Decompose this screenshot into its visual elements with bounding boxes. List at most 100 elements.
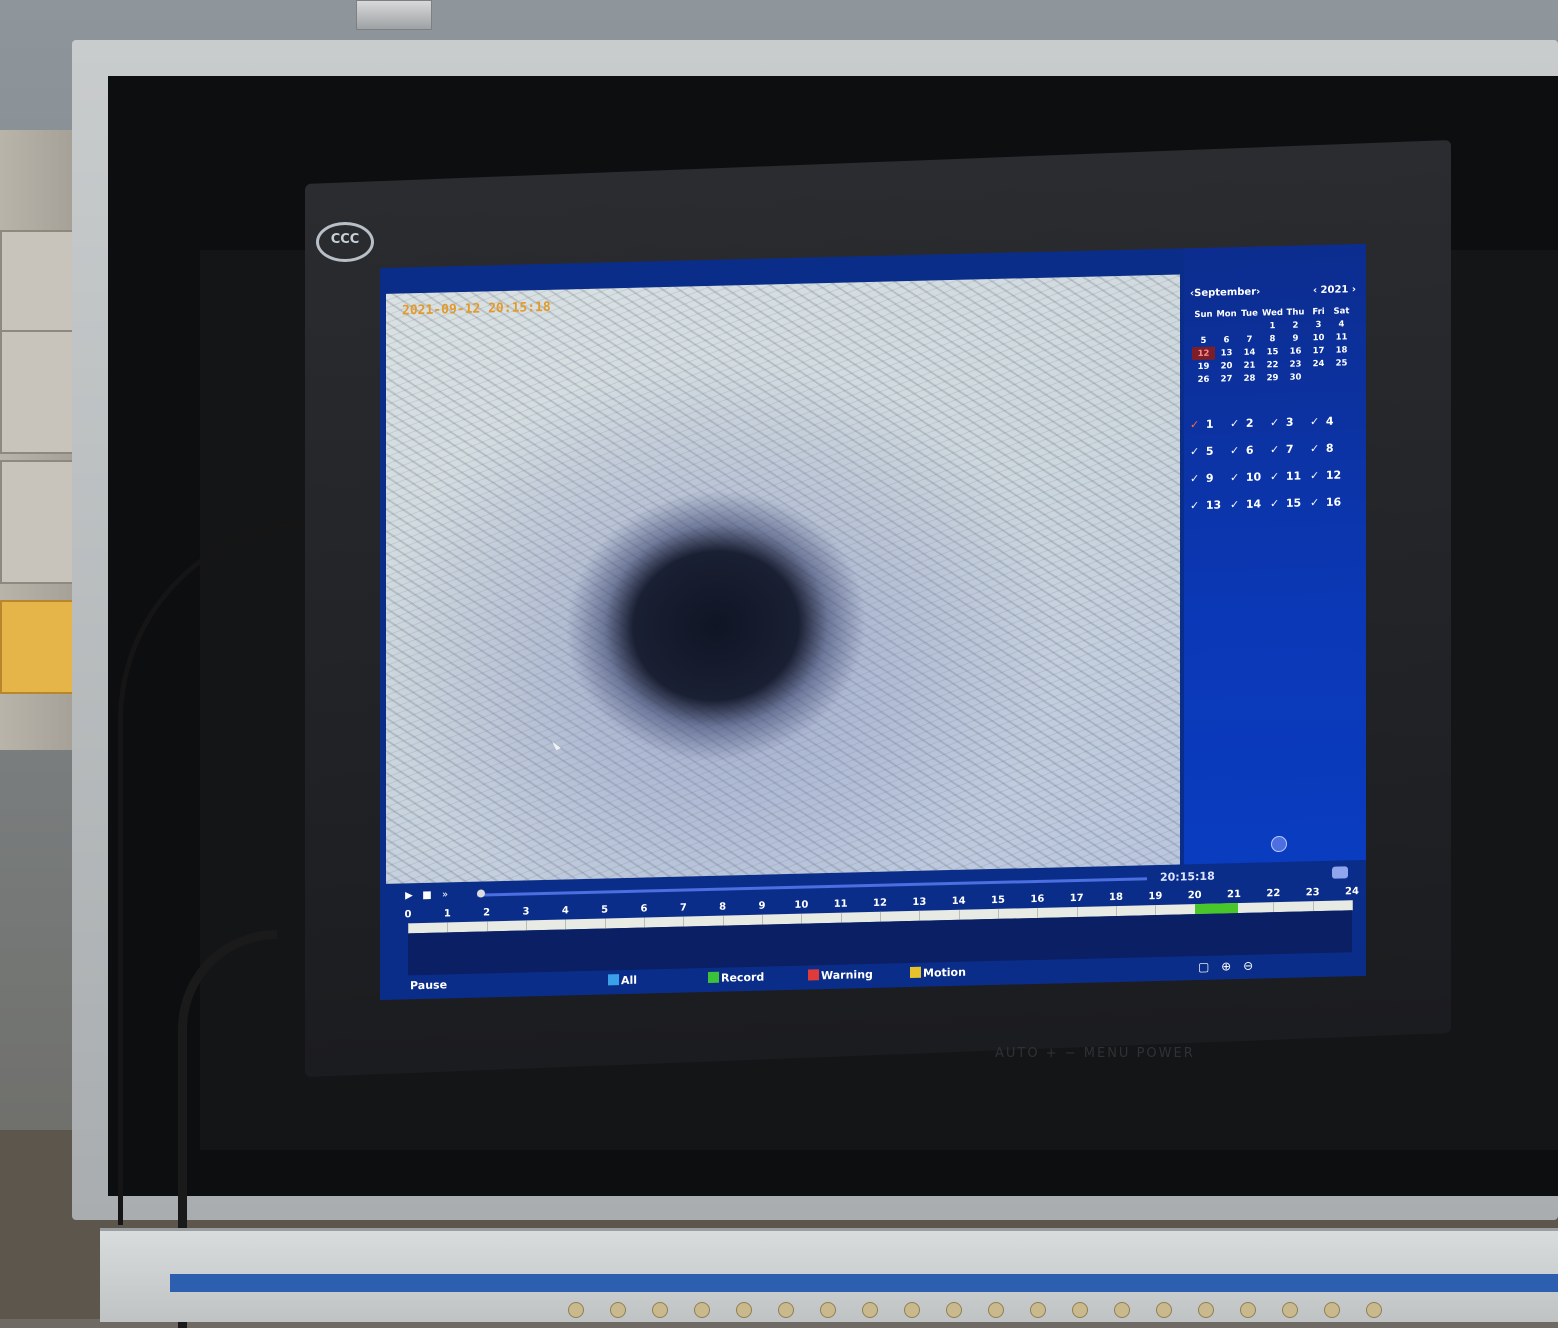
hour-label: 23: [1305, 887, 1320, 899]
checkbox-warning[interactable]: [808, 969, 819, 981]
calendar-weekday: Tue: [1241, 308, 1258, 319]
calendar-day[interactable]: 5: [1192, 334, 1215, 348]
chevron-right-icon[interactable]: ›: [1256, 286, 1260, 297]
filter-all[interactable]: All: [608, 974, 637, 988]
calendar-day[interactable]: 22: [1261, 358, 1284, 372]
zoom-in-icon[interactable]: ⊕: [1221, 959, 1231, 973]
hour-label: 5: [601, 904, 609, 916]
hour-label: 14: [951, 895, 966, 908]
menu-icon[interactable]: [1332, 866, 1348, 879]
calendar-day[interactable]: 23: [1284, 357, 1307, 371]
timeline-tick: [565, 919, 567, 930]
calendar-day[interactable]: 4: [1330, 317, 1353, 331]
calendar-day[interactable]: 15: [1261, 345, 1284, 359]
timeline-tick: [526, 920, 527, 931]
channel-checkbox[interactable]: ✓ 1: [1190, 417, 1230, 432]
hour-label: 20: [1187, 889, 1202, 902]
calendar-day[interactable]: 30: [1284, 370, 1307, 384]
channel-checkbox[interactable]: ✓ 12: [1310, 468, 1350, 483]
calendar-day[interactable]: 28: [1238, 371, 1261, 385]
calendar-month-selector[interactable]: ‹September›: [1190, 286, 1260, 299]
filter-record[interactable]: Record: [708, 971, 764, 985]
monitor-hardware-buttons[interactable]: AUTO + − MENU POWER: [995, 1046, 1195, 1061]
calendar-day[interactable]: 26: [1192, 373, 1215, 387]
connector-dot: [1030, 1302, 1046, 1318]
view-tools: ▢ ⊕ ⊖: [1198, 958, 1261, 974]
check-icon: ✓: [1310, 496, 1320, 510]
channel-checkbox[interactable]: ✓ 6: [1230, 443, 1270, 458]
front-panel-stripe: [170, 1274, 1558, 1292]
check-icon: ✓: [1230, 444, 1240, 458]
calendar-day[interactable]: 12: [1192, 346, 1215, 361]
chevron-left-icon[interactable]: ‹: [1313, 285, 1321, 296]
channel-label: 7: [1282, 442, 1294, 456]
hour-label: 3: [522, 906, 530, 918]
calendar-day[interactable]: 1: [1261, 319, 1284, 333]
calendar-day[interactable]: 17: [1307, 344, 1330, 358]
calendar-day[interactable]: 3: [1307, 318, 1330, 332]
channel-checkbox[interactable]: ✓ 8: [1310, 441, 1350, 456]
calendar-day[interactable]: 27: [1215, 372, 1238, 386]
chevron-right-icon[interactable]: ›: [1348, 284, 1356, 295]
calendar-day[interactable]: 29: [1261, 371, 1284, 385]
calendar-year-selector[interactable]: ‹ 2021 ›: [1313, 284, 1356, 296]
check-icon: ✓: [1190, 444, 1200, 459]
fullscreen-icon[interactable]: ▢: [1198, 960, 1209, 974]
channel-checkbox[interactable]: ✓ 7: [1270, 442, 1310, 457]
check-icon: ✓: [1310, 469, 1320, 483]
calendar-day[interactable]: 21: [1238, 358, 1261, 372]
connector-dot: [862, 1302, 878, 1318]
menu-icon[interactable]: [1271, 835, 1287, 853]
calendar-weekday: Wed: [1262, 307, 1283, 318]
calendar-day[interactable]: 24: [1307, 357, 1330, 371]
calendar-day[interactable]: 9: [1284, 331, 1307, 345]
channel-checkbox[interactable]: ✓ 3: [1270, 415, 1310, 430]
channel-checkbox[interactable]: ✓ 14: [1230, 497, 1270, 511]
channel-checkbox[interactable]: ✓ 16: [1310, 495, 1350, 510]
filter-warning-label: Warning: [821, 967, 873, 983]
calendar-day[interactable]: 6: [1215, 333, 1238, 347]
channel-checkbox[interactable]: ✓ 4: [1310, 414, 1350, 429]
channel-label: 1: [1202, 417, 1214, 431]
calendar-day[interactable]: 8: [1261, 332, 1284, 346]
filter-all-label: All: [621, 973, 638, 988]
channel-checkbox[interactable]: ✓ 2: [1230, 416, 1270, 431]
connector-dot: [1156, 1302, 1172, 1318]
channel-checkbox[interactable]: ✓ 11: [1270, 469, 1310, 483]
channel-checkbox[interactable]: ✓ 9: [1190, 471, 1230, 486]
calendar-day[interactable]: 19: [1192, 360, 1215, 374]
camera-feed[interactable]: 2021-09-12 20:15:18: [386, 274, 1180, 884]
calendar-year: 2021: [1320, 284, 1349, 297]
calendar-day[interactable]: 7: [1238, 332, 1261, 346]
connector-dot: [694, 1302, 710, 1318]
checkbox-record[interactable]: [708, 971, 719, 983]
calendar-day[interactable]: 18: [1330, 343, 1353, 357]
calendar-day[interactable]: 16: [1284, 344, 1307, 358]
channel-checkbox[interactable]: ✓ 15: [1270, 496, 1310, 510]
timeline-tick: [1155, 905, 1157, 916]
timeline-tick: [644, 917, 645, 928]
hour-label: 7: [679, 902, 687, 914]
zoom-out-icon[interactable]: ⊖: [1243, 959, 1253, 973]
calendar-grid: Sun Mon Tue Wed Thu Fri Sat 1 2 3 4 5 6 7 8 9 10 11 12 13 1…: [1192, 304, 1353, 386]
fast-forward-icon[interactable]: »: [438, 888, 452, 902]
filter-motion[interactable]: Motion: [910, 966, 966, 980]
calendar-day[interactable]: 11: [1330, 330, 1353, 344]
checkbox-all[interactable]: [608, 974, 619, 986]
channel-checkbox[interactable]: ✓ 5: [1190, 444, 1230, 459]
stop-icon[interactable]: ■: [420, 889, 434, 903]
play-icon[interactable]: ▶: [402, 889, 416, 903]
timeline-tick: [1273, 902, 1275, 913]
calendar-day[interactable]: 14: [1238, 345, 1261, 359]
calendar-day[interactable]: 20: [1215, 359, 1238, 373]
checkbox-motion[interactable]: [910, 966, 921, 979]
calendar-day[interactable]: 13: [1215, 346, 1238, 360]
calendar-day: [1238, 319, 1261, 333]
channel-checkbox[interactable]: ✓ 10: [1230, 470, 1270, 484]
connector-dot: [988, 1302, 1004, 1318]
filter-warning[interactable]: Warning: [808, 968, 873, 983]
calendar-day[interactable]: 10: [1307, 331, 1330, 345]
calendar-day[interactable]: 2: [1284, 318, 1307, 332]
channel-checkbox[interactable]: ✓ 13: [1190, 498, 1230, 512]
calendar-day[interactable]: 25: [1330, 356, 1353, 370]
